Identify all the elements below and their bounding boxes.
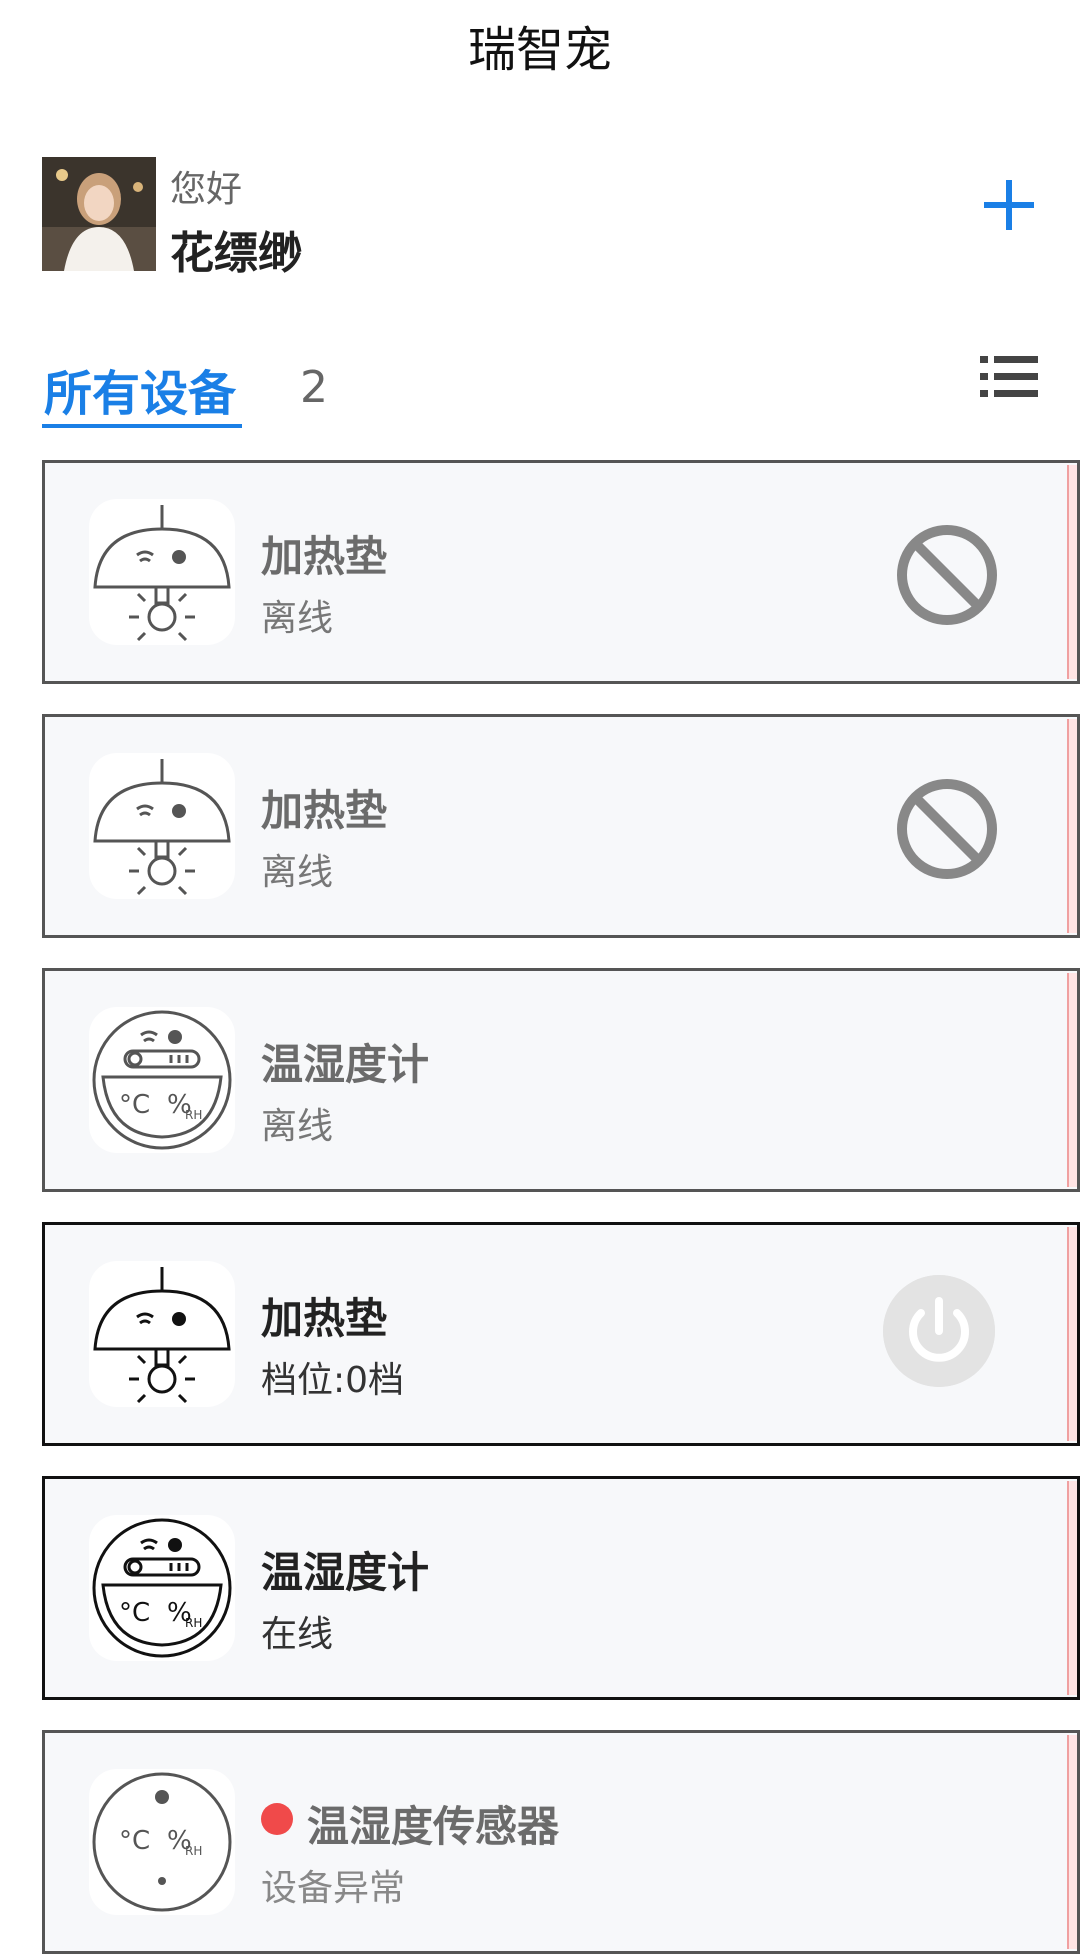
- device-card[interactable]: °C % RH 温湿度计 在线: [42, 1476, 1080, 1700]
- device-card[interactable]: 加热垫 离线: [42, 714, 1080, 938]
- svg-text:°C: °C: [119, 1598, 150, 1628]
- power-icon: [883, 1275, 995, 1387]
- device-status: 在线: [261, 1614, 334, 1655]
- svg-text:RH: RH: [185, 1108, 202, 1122]
- hygrometer-icon: °C % RH: [89, 1007, 235, 1153]
- tab-all-devices[interactable]: 所有设备: [44, 354, 236, 424]
- card-edge: [1067, 1227, 1077, 1441]
- card-edge: [1067, 1481, 1077, 1695]
- svg-text:RH: RH: [185, 1616, 202, 1630]
- greeting-text: 您好: [170, 169, 243, 210]
- card-edge: [1067, 465, 1077, 679]
- disabled-icon[interactable]: [893, 775, 1001, 883]
- device-name: 温湿度计: [261, 1548, 430, 1597]
- disabled-icon[interactable]: [893, 521, 1001, 629]
- device-card[interactable]: °C % RH 温湿度传感器 设备异常: [42, 1730, 1080, 1954]
- card-edge: [1067, 1735, 1077, 1949]
- device-name: 加热垫: [261, 532, 388, 581]
- power-button[interactable]: [883, 1275, 995, 1387]
- hygrometer-icon: °C % RH: [89, 1515, 235, 1661]
- device-name: 加热垫: [261, 786, 388, 835]
- app-title: 瑞智宠: [467, 22, 612, 78]
- device-card[interactable]: 加热垫 离线: [42, 460, 1080, 684]
- heating-pad-icon: [89, 1261, 235, 1407]
- list-icon: [980, 356, 1038, 397]
- heating-pad-icon: [89, 753, 235, 899]
- device-card[interactable]: °C % RH 温湿度计 离线: [42, 968, 1080, 1192]
- user-name: 花缥缈: [170, 228, 302, 279]
- device-status: 档位:0档: [261, 1360, 405, 1401]
- device-card[interactable]: 加热垫 档位:0档: [42, 1222, 1080, 1446]
- device-status: 设备异常: [261, 1868, 406, 1909]
- card-edge: [1067, 973, 1077, 1187]
- avatar[interactable]: [42, 157, 156, 271]
- plus-icon: [984, 180, 1034, 230]
- device-status: 离线: [261, 852, 334, 893]
- add-device-button[interactable]: [980, 176, 1038, 234]
- card-edge: [1067, 719, 1077, 933]
- list-view-button[interactable]: [980, 352, 1038, 402]
- device-name: 温湿度传感器: [307, 1802, 560, 1851]
- svg-text:RH: RH: [185, 1844, 202, 1858]
- svg-text:°C: °C: [119, 1090, 150, 1120]
- device-status: 离线: [261, 598, 334, 639]
- device-status: 离线: [261, 1106, 334, 1147]
- device-count: 2: [300, 362, 328, 413]
- heating-pad-icon: [89, 499, 235, 645]
- alert-dot: [261, 1803, 293, 1835]
- device-name: 温湿度计: [261, 1040, 430, 1089]
- device-name: 加热垫: [261, 1294, 388, 1343]
- tab-underline: [42, 424, 242, 428]
- sensor-icon: °C % RH: [89, 1769, 235, 1915]
- svg-text:°C: °C: [119, 1826, 150, 1856]
